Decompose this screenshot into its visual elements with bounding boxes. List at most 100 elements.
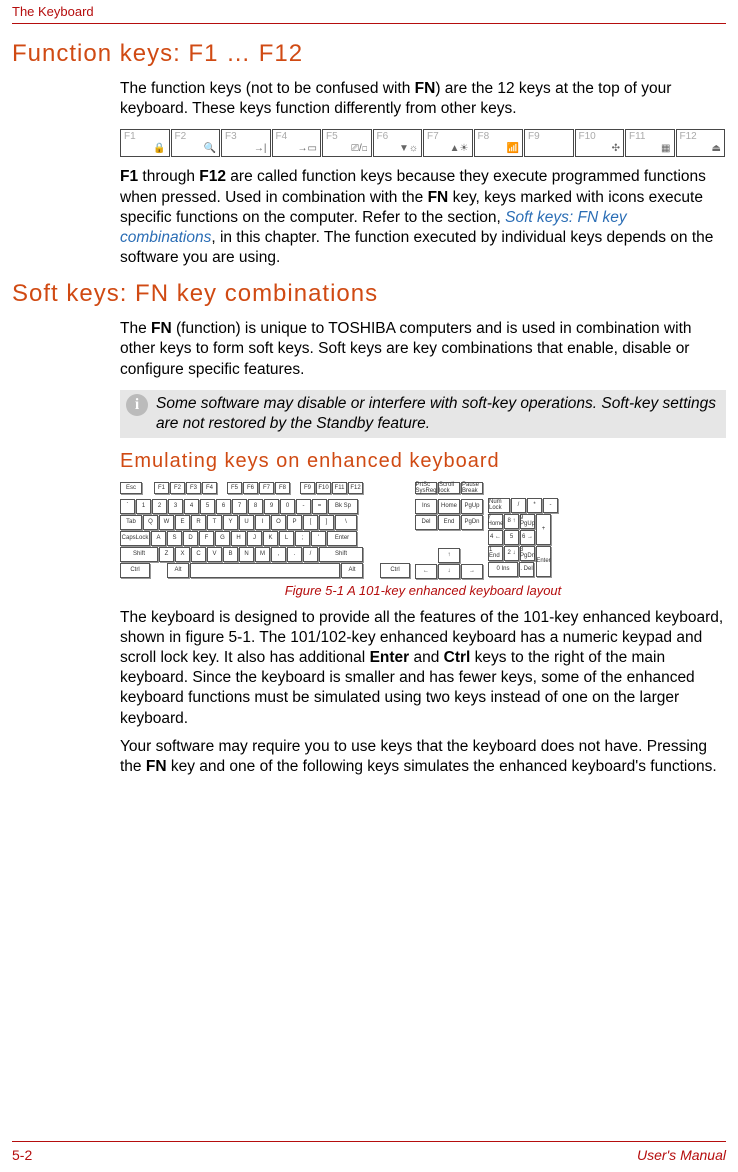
key-f11: F11 — [332, 482, 347, 494]
key-y: Y — [223, 515, 238, 530]
key-space — [190, 563, 340, 578]
key-f1: F1 — [154, 482, 169, 494]
subsection-heading-emulating: Emulating keys on enhanced keyboard — [120, 448, 726, 474]
key-del: Del — [415, 515, 437, 530]
key-0: 0 — [280, 499, 295, 514]
text-run: The — [120, 320, 151, 337]
kbd-nav-cluster: PrtSc SysReq Scroll lock Pause Break Ins… — [415, 482, 483, 579]
key-f7: F7 — [259, 482, 274, 494]
key-num-2: 2 ↓ — [504, 546, 519, 561]
key-alt-left: Alt — [167, 563, 189, 578]
key-f1-icon: F1🔒 — [120, 129, 170, 157]
key-capslock: CapsLock — [120, 531, 150, 546]
key-f2-icon: F2🔍 — [171, 129, 221, 157]
key-end: End — [438, 515, 460, 530]
key-g: G — [215, 531, 230, 546]
key-f3: F3 — [186, 482, 201, 494]
key-arrow-right: → — [461, 564, 483, 579]
key-u: U — [239, 515, 254, 530]
key-f5: F5 — [227, 482, 242, 494]
key-f10-icon: F10✣ — [575, 129, 625, 157]
key-b: B — [223, 547, 238, 562]
page-footer: 5-2 User's Manual — [12, 1141, 726, 1164]
key-pgdn: PgDn — [461, 515, 483, 530]
key-f8-icon: F8📶 — [474, 129, 524, 157]
key-num-6: 6 → — [520, 530, 535, 545]
key-f5-icon: F5⎚/◻ — [322, 129, 372, 157]
key-j: J — [247, 531, 262, 546]
key-f8: F8 — [275, 482, 290, 494]
key-f9: F9 — [300, 482, 315, 494]
key-n: N — [239, 547, 254, 562]
key-tab: Tab — [120, 515, 142, 530]
key-f11-icon: F11▦ — [625, 129, 675, 157]
key-home: Home — [438, 499, 460, 514]
key-f: F — [199, 531, 214, 546]
key-num-9: 9 PgUp — [520, 514, 535, 529]
key-z: Z — [159, 547, 174, 562]
info-note-text: Some software may disable or interfere w… — [156, 394, 720, 434]
key-f2: F2 — [170, 482, 185, 494]
ctrl-bold: Ctrl — [444, 649, 471, 666]
key-num-1: 1 End — [488, 546, 503, 561]
key-4: 4 — [184, 499, 199, 514]
key-e: E — [175, 515, 190, 530]
key-shift-right: Shift — [319, 547, 363, 562]
key-t: T — [207, 515, 222, 530]
key-l: L — [279, 531, 294, 546]
key-3: 3 — [168, 499, 183, 514]
f1-bold: F1 — [120, 168, 138, 185]
key-2: 2 — [152, 499, 167, 514]
key-f12-icon: F12⏏ — [676, 129, 726, 157]
text-run: through — [138, 168, 199, 185]
key-f3-icon: F3→| — [221, 129, 271, 157]
key-i: I — [255, 515, 270, 530]
text-run: key and one of the following keys simula… — [167, 758, 717, 775]
key-f4: F4 — [202, 482, 217, 494]
key-num-sub: - — [543, 498, 558, 513]
key-semicolon: ; — [295, 531, 310, 546]
key-f4-icon: F4→▭ — [272, 129, 322, 157]
key-1: 1 — [136, 499, 151, 514]
key-m: M — [255, 547, 270, 562]
key-ctrl-left: Ctrl — [120, 563, 150, 578]
text-run: and — [409, 649, 443, 666]
key-pgup: PgUp — [461, 499, 483, 514]
key-backslash: \ — [335, 515, 357, 530]
key-v: V — [207, 547, 222, 562]
key-comma: , — [271, 547, 286, 562]
kbd-numpad-cluster: Num Lock / * - 7 Home 8 ↑ 9 PgUp + 4 ← 5… — [488, 482, 558, 579]
text-run: (function) is unique to TOSHIBA computer… — [120, 320, 692, 377]
key-f6: F6 — [243, 482, 258, 494]
key-num-7: 7 Home — [488, 514, 503, 529]
key-slash: / — [303, 547, 318, 562]
key-f6-icon: F6▼☼ — [373, 129, 423, 157]
section-heading-soft-keys: Soft keys: FN key combinations — [12, 278, 726, 309]
key-backtick: ` — [120, 499, 135, 514]
key-f7-icon: F7▲☀ — [423, 129, 473, 157]
key-k: K — [263, 531, 278, 546]
running-head: The Keyboard — [12, 0, 726, 23]
key-pause: Pause Break — [461, 482, 483, 494]
key-equals: = — [312, 499, 327, 514]
key-num-3: 3 PgDn — [520, 546, 535, 561]
key-w: W — [159, 515, 174, 530]
info-note: i Some software may disable or interfere… — [120, 390, 726, 438]
key-num-plus: + — [536, 514, 551, 545]
para-kbd-simulate: Your software may require you to use key… — [120, 737, 726, 777]
key-period: . — [287, 547, 302, 562]
function-key-row: F1🔒 F2🔍 F3→| F4→▭ F5⎚/◻ F6▼☼ F7▲☀ F8📶 F9… — [120, 129, 726, 157]
key-p: P — [287, 515, 302, 530]
key-arrow-up: ↑ — [438, 548, 460, 563]
footer-title: User's Manual — [637, 1146, 726, 1164]
key-r: R — [191, 515, 206, 530]
key-esc: Esc — [120, 482, 142, 494]
section-heading-function-keys: Function keys: F1 … F12 — [12, 38, 726, 69]
key-quote: ' — [311, 531, 326, 546]
para-kbd-design: The keyboard is designed to provide all … — [120, 608, 726, 729]
key-lbracket: [ — [303, 515, 318, 530]
key-arrow-down: ↓ — [438, 564, 460, 579]
kbd-main-cluster: Esc F1 F2 F3 F4 F5 F6 F7 F8 F9 F10 F11 F… — [120, 482, 410, 579]
key-9: 9 — [264, 499, 279, 514]
fn-bold: FN — [428, 189, 449, 206]
